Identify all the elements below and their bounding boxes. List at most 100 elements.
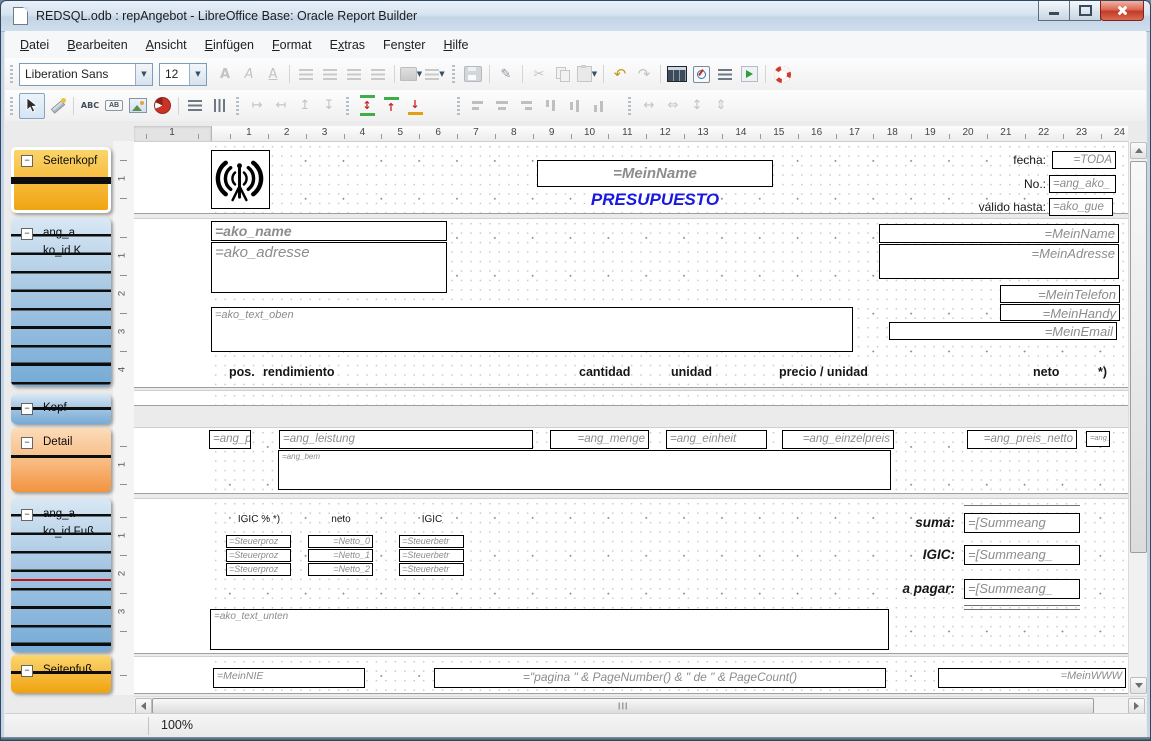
- paste-button[interactable]: ▼: [575, 62, 599, 86]
- object-align-left-button[interactable]: [466, 94, 490, 118]
- section-header-seitenkopf[interactable]: − Seitenkopf: [11, 147, 111, 213]
- align-right-button[interactable]: [342, 62, 366, 86]
- scroll-right-button[interactable]: [1128, 698, 1145, 714]
- menu-item-fenster[interactable]: Fenster: [374, 34, 434, 56]
- vertical-scroll-thumb[interactable]: [1130, 161, 1147, 553]
- font-color-button[interactable]: ▼: [423, 62, 447, 86]
- logo-image-control[interactable]: [211, 150, 270, 209]
- field-mein-name[interactable]: =MeinName: [879, 224, 1119, 243]
- field-ang-einheit[interactable]: =ang_einheit: [666, 430, 767, 449]
- toolbar-grip[interactable]: [346, 97, 349, 115]
- back-one-button[interactable]: ↤: [269, 94, 293, 118]
- collapse-icon[interactable]: −: [21, 509, 33, 521]
- space-vertical-equal-button[interactable]: ↕: [685, 94, 709, 118]
- toolbar-grip[interactable]: [236, 97, 239, 115]
- field-ako-name[interactable]: =ako_name: [211, 221, 447, 241]
- band-group-footer[interactable]: IGIC % *) neto IGIC =Steuerproz =Netto_0…: [134, 498, 1128, 654]
- field-netto-2[interactable]: =Netto_2: [308, 563, 373, 576]
- fit-greatest-height-button[interactable]: ↓: [403, 94, 427, 118]
- underline-button[interactable]: A: [261, 62, 285, 86]
- label-field-button[interactable]: ABC: [78, 94, 102, 118]
- total-double-line[interactable]: [964, 605, 1080, 610]
- redo-button[interactable]: ↷: [632, 62, 656, 86]
- field-steuerbetr-1[interactable]: =Steuerbetr: [399, 549, 464, 562]
- object-center-vertical-button[interactable]: [562, 94, 586, 118]
- fit-smallest-height-button[interactable]: ↑: [379, 94, 403, 118]
- band-kopf[interactable]: [134, 390, 1128, 406]
- field-mein-adresse[interactable]: =MeinAdresse: [879, 244, 1119, 279]
- to-foreground-button[interactable]: ↥: [293, 94, 317, 118]
- label-fecha[interactable]: fecha:: [916, 153, 1046, 167]
- toolbar-grip[interactable]: [452, 65, 455, 83]
- column-header-pos[interactable]: pos.: [229, 365, 255, 379]
- field-ang-preis-netto[interactable]: =ang_preis_netto: [967, 430, 1077, 449]
- column-header-unidad[interactable]: unidad: [671, 365, 712, 379]
- vertical-line-button[interactable]: [207, 94, 231, 118]
- collapse-icon[interactable]: −: [21, 155, 33, 167]
- object-align-top-button[interactable]: [538, 94, 562, 118]
- collapse-icon[interactable]: −: [21, 403, 33, 415]
- image-control-button[interactable]: [126, 94, 150, 118]
- collapse-icon[interactable]: −: [21, 665, 33, 677]
- toolbar-grip[interactable]: [628, 97, 631, 115]
- field-mein-handy[interactable]: =MeinHandy: [1000, 304, 1120, 321]
- field-ang-pos[interactable]: =ang_po: [209, 430, 251, 449]
- menu-item-ansicht[interactable]: Ansicht: [137, 34, 196, 56]
- menu-item-hilfe[interactable]: Hilfe: [434, 34, 477, 56]
- column-header-star[interactable]: *): [1098, 365, 1107, 379]
- label-suma[interactable]: suma:: [852, 515, 955, 530]
- label-neto[interactable]: neto: [308, 514, 374, 525]
- band-page-header[interactable]: =MeinName PRESUPUESTO fecha: =TODA No.: …: [134, 141, 1128, 214]
- space-vertical-increase-button[interactable]: ⇕: [709, 94, 733, 118]
- toolbar-grip[interactable]: [10, 97, 13, 115]
- maximize-button[interactable]: [1069, 1, 1101, 21]
- field-netto-0[interactable]: =Netto_0: [308, 535, 373, 548]
- align-left-button[interactable]: [294, 62, 318, 86]
- band-group-header[interactable]: =ako_name =ako_adresse =ako_text_oben =M…: [134, 218, 1128, 388]
- scroll-left-button[interactable]: [135, 698, 152, 714]
- field-ang-bem[interactable]: =ang_bem: [278, 450, 891, 490]
- sorting-grouping-button[interactable]: [713, 62, 737, 86]
- report-navigator-button[interactable]: [689, 62, 713, 86]
- text-box-button[interactable]: AB: [102, 94, 126, 118]
- horizontal-scrollbar[interactable]: [134, 696, 1146, 714]
- label-no[interactable]: No.:: [916, 177, 1046, 191]
- horizontal-scroll-thumb[interactable]: [152, 698, 1094, 714]
- forward-one-button[interactable]: ↦: [245, 94, 269, 118]
- background-color-button[interactable]: ▼: [399, 62, 423, 86]
- edit-button[interactable]: ✎: [494, 62, 518, 86]
- align-justify-button[interactable]: [366, 62, 390, 86]
- menu-item-bearbeiten[interactable]: Bearbeiten: [58, 34, 136, 56]
- chart-button[interactable]: [150, 94, 174, 118]
- section-header-group-fuss[interactable]: − ang_a ko_id Fuß: [11, 498, 111, 652]
- toolbar-grip[interactable]: [457, 97, 460, 115]
- field-ang-small[interactable]: =ang_: [1086, 431, 1110, 447]
- scroll-down-button[interactable]: [1130, 677, 1147, 694]
- zoom-level[interactable]: 100%: [161, 718, 193, 732]
- select-pointer-button[interactable]: [19, 93, 45, 119]
- field-ang-einzelpreis[interactable]: =ang_einzelpreis: [782, 430, 894, 449]
- font-size-combo[interactable]: 12 ▼: [159, 63, 207, 86]
- horizontal-line-button[interactable]: [183, 94, 207, 118]
- font-name-combo[interactable]: Liberation Sans ▼: [19, 63, 153, 86]
- label-igic-total[interactable]: IGIC:: [852, 547, 955, 562]
- section-header-seitenfuss[interactable]: − Seitenfuß: [11, 655, 111, 693]
- column-header-cantidad[interactable]: cantidad: [579, 365, 630, 379]
- add-field-button[interactable]: [665, 62, 689, 86]
- object-center-horizontal-button[interactable]: [490, 94, 514, 118]
- field-steuerproz-1[interactable]: =Steuerproz: [226, 549, 291, 562]
- vertical-scrollbar[interactable]: [1128, 141, 1147, 695]
- field-steuerbetr-2[interactable]: =Steuerbetr: [399, 563, 464, 576]
- undo-button[interactable]: ↶: [608, 62, 632, 86]
- field-mein-telefon[interactable]: =MeinTelefon: [1000, 285, 1120, 303]
- band-page-footer[interactable]: =MeinNIE ="pagina " & PageNumber() & " d…: [134, 656, 1128, 694]
- label-igic[interactable]: IGIC: [399, 514, 465, 525]
- space-horizontal-equal-button[interactable]: ↔: [637, 94, 661, 118]
- field-igic-total[interactable]: =[Summeang_: [964, 545, 1080, 565]
- menu-item-format[interactable]: Format: [263, 34, 321, 56]
- field-valido-hasta[interactable]: =ako_gue: [1049, 198, 1113, 216]
- label-igic-pct[interactable]: IGIC % *): [226, 514, 292, 525]
- align-center-button[interactable]: [318, 62, 342, 86]
- label-a-pagar[interactable]: a pagar:: [852, 581, 955, 596]
- field-pagina-formula[interactable]: ="pagina " & PageNumber() & " de " & Pag…: [434, 668, 886, 688]
